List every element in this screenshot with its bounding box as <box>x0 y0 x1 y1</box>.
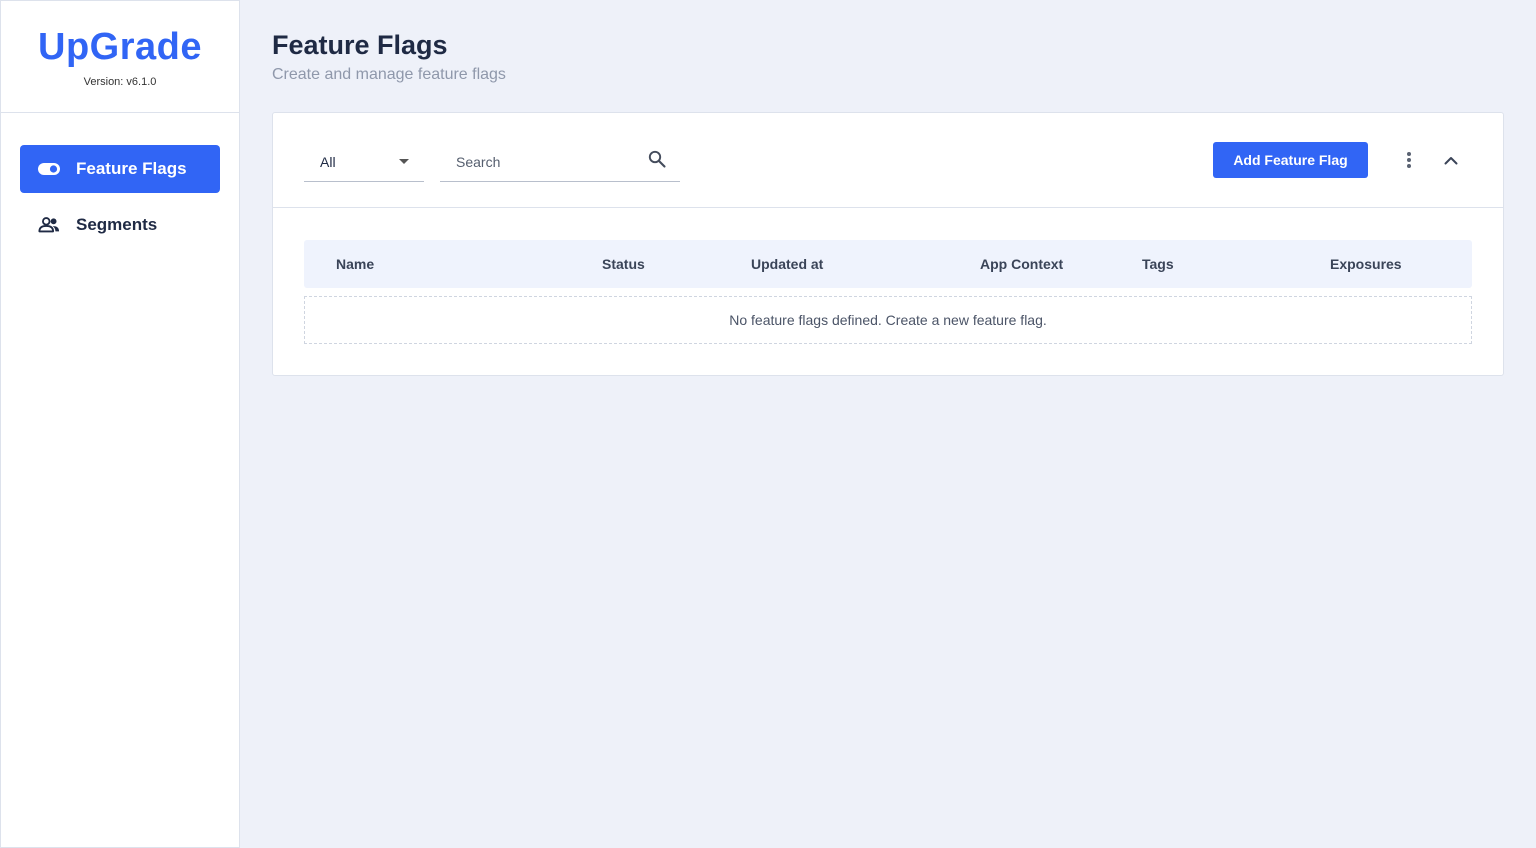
sidebar-nav: Feature Flags Segments <box>1 113 239 249</box>
toggle-icon <box>38 158 60 180</box>
table-header-row: Name Status Updated at App Context Tags … <box>304 240 1472 288</box>
column-header-updated-at[interactable]: Updated at <box>751 240 823 288</box>
sidebar-item-feature-flags[interactable]: Feature Flags <box>20 145 220 193</box>
dropdown-arrow-icon <box>399 159 409 164</box>
sidebar: UpGrade Version: v6.1.0 Feature Flags Se… <box>0 0 240 848</box>
filter-select[interactable]: All <box>304 142 424 182</box>
people-icon <box>38 214 60 236</box>
brand-header: UpGrade Version: v6.1.0 <box>1 1 239 113</box>
filter-select-value: All <box>320 153 336 170</box>
page-subtitle: Create and manage feature flags <box>272 66 506 83</box>
add-feature-flag-button[interactable]: Add Feature Flag <box>1213 142 1368 178</box>
chevron-up-icon[interactable] <box>1441 150 1461 170</box>
search-input[interactable] <box>456 153 648 170</box>
column-header-status[interactable]: Status <box>602 240 645 288</box>
toolbar: All Add Feature Flag <box>273 113 1503 208</box>
empty-table-message: No feature flags defined. Create a new f… <box>304 296 1472 344</box>
main-content: Feature Flags Create and manage feature … <box>272 28 1504 376</box>
sidebar-item-segments[interactable]: Segments <box>20 201 220 249</box>
app-logo[interactable]: UpGrade <box>1 25 239 69</box>
more-options-icon[interactable] <box>1399 150 1419 170</box>
column-header-name[interactable]: Name <box>336 240 374 288</box>
search-icon[interactable] <box>648 150 666 173</box>
sidebar-item-label: Segments <box>76 215 158 234</box>
column-header-tags[interactable]: Tags <box>1142 240 1174 288</box>
column-header-app-context[interactable]: App Context <box>980 240 1063 288</box>
feature-flags-card: All Add Feature Flag <box>272 112 1504 376</box>
page-title: Feature Flags <box>272 30 448 60</box>
feature-flags-table: Name Status Updated at App Context Tags … <box>304 240 1472 344</box>
sidebar-item-label: Feature Flags <box>76 159 187 178</box>
search-field[interactable] <box>440 142 680 182</box>
app-version: Version: v6.1.0 <box>83 76 157 88</box>
column-header-exposures[interactable]: Exposures <box>1330 240 1402 288</box>
